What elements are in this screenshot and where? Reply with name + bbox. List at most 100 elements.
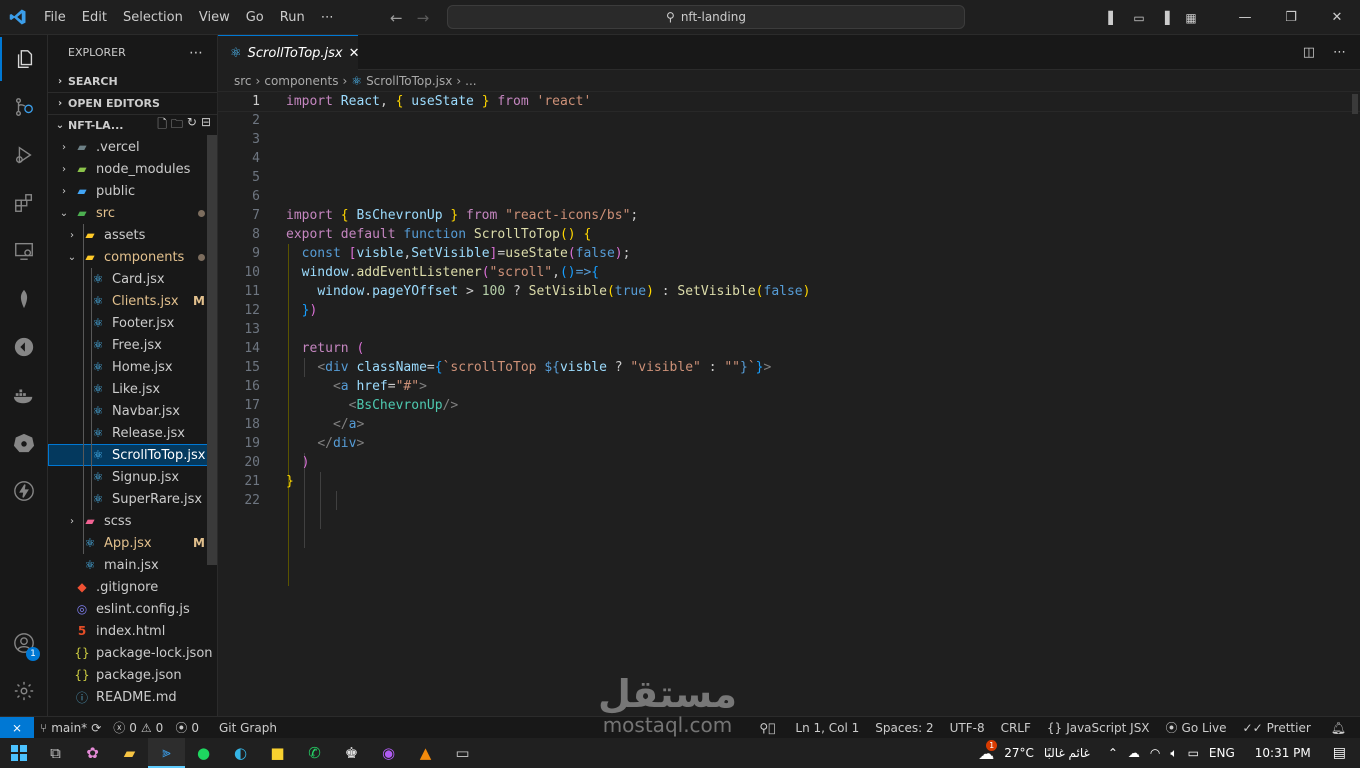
restore-icon[interactable]: ❐ [1268, 10, 1314, 25]
remote-indicator-icon[interactable]: ⨯ [0, 716, 34, 739]
sticky-notes-icon[interactable]: ■ [259, 738, 296, 768]
code-line[interactable]: 19 </div> [218, 434, 1360, 453]
file-tree-item[interactable]: ⚛ Signup.jsx [48, 466, 217, 488]
project-root-section[interactable]: ⌄ NFT-LA... 🗋 🗀 ↻ ⊟ [48, 114, 217, 136]
code-line[interactable]: 1 import React, { useState } from 'react' [217, 91, 1360, 112]
file-tree-item[interactable]: ⚛ SuperRare.jsx [48, 488, 217, 510]
file-tree-item[interactable]: ⚛ App.jsx M [48, 532, 217, 554]
menu-selection[interactable]: Selection [115, 0, 191, 35]
breadcrumb-file[interactable]: ScrollToTop.jsx [366, 74, 452, 88]
code-line[interactable]: 22 [218, 491, 1360, 510]
search-section[interactable]: › SEARCH [48, 70, 217, 92]
volume-icon[interactable]: 🔈︎ [1170, 746, 1177, 761]
notifications-bell-icon[interactable]: 🔔︎ [1317, 721, 1360, 735]
task-view-icon[interactable]: ⧉ [37, 738, 74, 768]
kubernetes-icon[interactable] [0, 421, 48, 465]
code-line[interactable]: 4 [218, 149, 1360, 168]
weather-text[interactable]: غائم غالبًا [1044, 746, 1090, 760]
code-line[interactable]: 20 ) [218, 453, 1360, 472]
remote-explorer-icon[interactable] [0, 229, 48, 273]
temperature[interactable]: 27°C [1004, 746, 1034, 760]
mongodb-icon[interactable] [0, 277, 48, 321]
file-tree-item[interactable]: ⚛ ScrollToTop.jsx [48, 444, 217, 466]
settings-gear-icon[interactable] [0, 669, 48, 713]
more-actions-icon[interactable]: ⋯ [189, 45, 203, 61]
clock[interactable]: 10:31 PM [1255, 746, 1311, 760]
code-line[interactable]: 9 const [visble,SetVisible]=useState(fal… [218, 244, 1360, 263]
copilot-icon[interactable]: ✿ [74, 738, 111, 768]
file-tree-item[interactable]: ⚛ Footer.jsx [48, 312, 217, 334]
problems-indicator[interactable]: ⓧ 0 ⚠ 0 [107, 719, 169, 736]
new-folder-icon[interactable]: 🗀 [171, 115, 183, 136]
code-line[interactable]: 6 [218, 187, 1360, 206]
open-editors-section[interactable]: › OPEN EDITORS [48, 92, 217, 114]
terminal-icon[interactable]: ▭ [444, 738, 481, 768]
menu-view[interactable]: View [191, 0, 238, 35]
accounts-icon[interactable]: 1 [0, 621, 48, 665]
menu-run[interactable]: Run [272, 0, 313, 35]
toggle-panel-icon[interactable]: ▭ [1126, 11, 1152, 25]
close-tab-icon[interactable]: ✕ [349, 46, 360, 61]
file-tree-item[interactable]: ⌄ ▰ components [48, 246, 217, 268]
file-tree-item[interactable]: {} package-lock.json [48, 642, 217, 664]
vscode-taskbar-icon[interactable]: ⫸ [148, 738, 185, 768]
git-graph-button[interactable]: Git Graph [213, 721, 283, 735]
tab-scrolltotop[interactable]: ⚛ ScrollToTop.jsx ✕ [218, 35, 360, 70]
app-icon[interactable]: ♚ [333, 738, 370, 768]
file-tree-item[interactable]: ⚛ main.jsx [48, 554, 217, 576]
forward-arrow-icon[interactable]: → [417, 9, 430, 27]
code-line[interactable]: 7 import { BsChevronUp } from "react-icon… [218, 206, 1360, 225]
code-line[interactable]: 15 <div className={`scrollToTop ${visble… [218, 358, 1360, 377]
code-line[interactable]: 5 [218, 168, 1360, 187]
battery-icon[interactable]: ▭ [1188, 746, 1199, 760]
new-file-icon[interactable]: 🗋 [157, 115, 167, 136]
file-tree-item[interactable]: ⚛ Home.jsx [48, 356, 217, 378]
code-line[interactable]: 12 }) [218, 301, 1360, 320]
explorer-icon[interactable] [0, 37, 48, 81]
code-line[interactable]: 3 [218, 130, 1360, 149]
file-tree-item[interactable]: ⚛ Card.jsx [48, 268, 217, 290]
breadcrumb-components[interactable]: components [264, 74, 338, 88]
minimize-icon[interactable]: — [1222, 10, 1268, 25]
back-arrow-icon[interactable]: ← [390, 9, 403, 27]
language-mode[interactable]: {} JavaScript JSX [1037, 721, 1156, 735]
file-tree-item[interactable]: › ▰ assets [48, 224, 217, 246]
toggle-primary-sidebar-icon[interactable]: ▌ [1100, 11, 1126, 25]
code-line[interactable]: 10 window.addEventListener("scroll",()=>… [218, 263, 1360, 282]
file-explorer-icon[interactable]: ▰ [111, 738, 148, 768]
menu-more[interactable]: ⋯ [313, 0, 342, 35]
file-tree-item[interactable]: › ▰ scss [48, 510, 217, 532]
edge-icon[interactable]: ◐ [222, 738, 259, 768]
code-line[interactable]: 14 return ( [218, 339, 1360, 358]
file-tree-item[interactable]: › ▰ .vercel [48, 136, 217, 158]
file-tree-item[interactable]: ⚛ Navbar.jsx [48, 400, 217, 422]
menu-file[interactable]: File [36, 0, 74, 35]
file-tree-item[interactable]: › ▰ node_modules [48, 158, 217, 180]
indentation[interactable]: Spaces: 2 [865, 721, 939, 735]
file-tree-item[interactable]: ⚛ Clients.jsx M [48, 290, 217, 312]
command-center-search[interactable]: ⚲ nft-landing [447, 5, 965, 29]
line-ending[interactable]: CRLF [991, 721, 1037, 735]
file-tree-item[interactable]: 5 index.html [48, 620, 217, 642]
file-tree-item[interactable]: ⌄ ▰ src [48, 202, 217, 224]
thunder-client-icon[interactable] [0, 469, 48, 513]
podcasts-icon[interactable]: ◉ [370, 738, 407, 768]
code-line[interactable]: 21} [218, 472, 1360, 491]
collapse-all-icon[interactable]: ⊟ [201, 115, 211, 136]
language-indicator[interactable]: ENG [1209, 746, 1235, 760]
source-control-icon[interactable] [0, 85, 48, 129]
refresh-icon[interactable]: ↻ [187, 115, 197, 136]
weather-cloud-icon[interactable]: ☁ 1 [978, 739, 998, 763]
spotify-icon[interactable]: ● [185, 738, 222, 768]
file-tree-item[interactable]: ◎ eslint.config.js [48, 598, 217, 620]
cursor-position[interactable]: Ln 1, Col 1 [789, 721, 865, 735]
code-line[interactable]: 18 </a> [218, 415, 1360, 434]
code-line[interactable]: 8 export default function ScrollToTop() { [218, 225, 1360, 244]
code-editor[interactable]: 1 import React, { useState } from 'react'… [217, 91, 1360, 586]
tree-icon[interactable]: ⚲⃝ [753, 721, 789, 735]
wifi-icon[interactable]: ◠ [1150, 746, 1160, 760]
file-tree-item[interactable]: ⚛ Release.jsx [48, 422, 217, 444]
editor-more-icon[interactable]: ⋯ [1333, 45, 1346, 60]
code-line[interactable]: 13 [218, 320, 1360, 339]
breadcrumb-symbol[interactable]: ... [465, 74, 476, 88]
